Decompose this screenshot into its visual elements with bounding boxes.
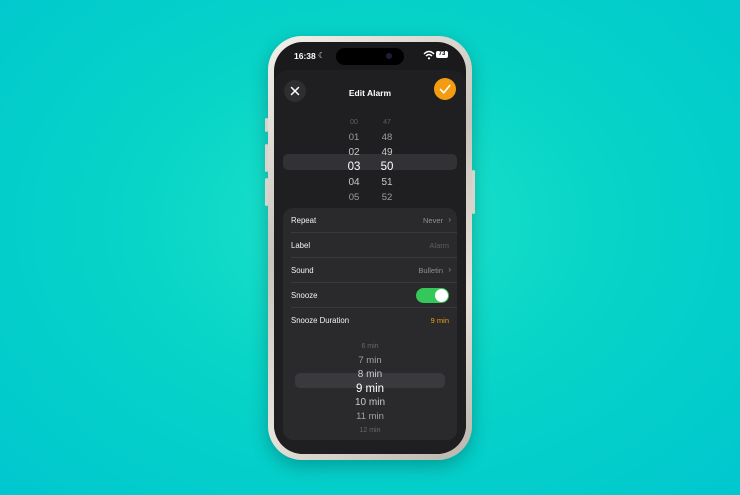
status-time: 16:38 — [294, 51, 316, 61]
camera-icon — [386, 53, 392, 59]
label-input[interactable]: Alarm — [429, 241, 449, 250]
label-row[interactable]: Label Alarm — [283, 233, 457, 258]
minute-option[interactable]: 47 — [375, 115, 399, 130]
status-bar: 16:38 ☾ 73 — [274, 42, 466, 65]
minute-option[interactable]: 48 — [375, 130, 399, 145]
chevron-right-icon: › — [448, 265, 451, 274]
volume-down-button — [265, 178, 268, 206]
minute-option[interactable]: 49 — [375, 145, 399, 160]
hour-option[interactable]: 01 — [342, 130, 366, 145]
edit-alarm-sheet: Edit Alarm 00010203040506 47484950515253… — [274, 70, 466, 454]
label-label: Label — [291, 241, 311, 250]
chevron-right-icon: › — [448, 215, 451, 224]
toggle-knob — [435, 289, 448, 302]
snooze-row: Snooze — [283, 283, 457, 308]
minute-option[interactable]: 51 — [375, 175, 399, 190]
phone-screen: 16:38 ☾ 73 Edit Alarm 00 01 02 03 04 05 … — [274, 42, 466, 454]
volume-up-button — [265, 144, 268, 172]
hour-option[interactable]: 04 — [342, 175, 366, 190]
hour-option[interactable]: 03 — [342, 160, 366, 175]
repeat-label: Repeat — [291, 216, 317, 225]
snooze-option[interactable]: 12 min — [274, 424, 466, 438]
action-button — [265, 118, 268, 132]
hour-option[interactable]: 00 — [342, 115, 366, 130]
sound-value: Bulletin — [418, 266, 443, 275]
snooze-option[interactable]: 10 min — [274, 396, 466, 410]
repeat-value: Never — [422, 216, 443, 225]
minute-option[interactable]: 52 — [375, 190, 399, 205]
save-button[interactable] — [434, 78, 456, 100]
phone-frame: 16:38 ☾ 73 Edit Alarm 00 01 02 03 04 05 … — [265, 36, 475, 460]
focus-moon-icon: ☾ — [318, 51, 326, 60]
snooze-option[interactable]: 11 min — [274, 410, 466, 424]
battery-icon: 73 — [436, 51, 448, 58]
time-picker-selection-band — [283, 154, 457, 170]
snooze-duration-row[interactable]: Snooze Duration 9 min — [283, 308, 457, 333]
minute-wheel[interactable]: 47484950515253 — [375, 115, 399, 220]
hour-option[interactable]: 05 — [342, 190, 366, 205]
wifi-icon — [423, 50, 435, 60]
snooze-duration-label: Snooze Duration — [291, 316, 350, 325]
snooze-duration-wheel[interactable]: 6 min 7 min 8 min 9 min 10 min 11 min 12 min — [274, 340, 466, 438]
snooze-option[interactable]: 8 min — [274, 368, 466, 382]
snooze-option[interactable]: 7 min — [274, 354, 466, 368]
repeat-row[interactable]: Repeat Never › — [283, 208, 457, 233]
sound-row[interactable]: Sound Bulletin › — [283, 258, 457, 283]
checkmark-icon — [439, 84, 451, 94]
snooze-duration-value: 9 min — [430, 316, 449, 325]
minute-option[interactable]: 50 — [375, 160, 399, 175]
snooze-option[interactable]: 9 min — [274, 382, 466, 396]
snooze-option[interactable]: 6 min — [274, 340, 466, 354]
hour-wheel[interactable]: 00010203040506 — [342, 115, 366, 220]
power-button — [472, 170, 475, 214]
snooze-toggle[interactable] — [416, 288, 449, 303]
snooze-label: Snooze — [291, 291, 318, 300]
dynamic-island — [336, 48, 404, 65]
hour-option[interactable]: 02 — [342, 145, 366, 160]
sound-label: Sound — [291, 266, 314, 275]
